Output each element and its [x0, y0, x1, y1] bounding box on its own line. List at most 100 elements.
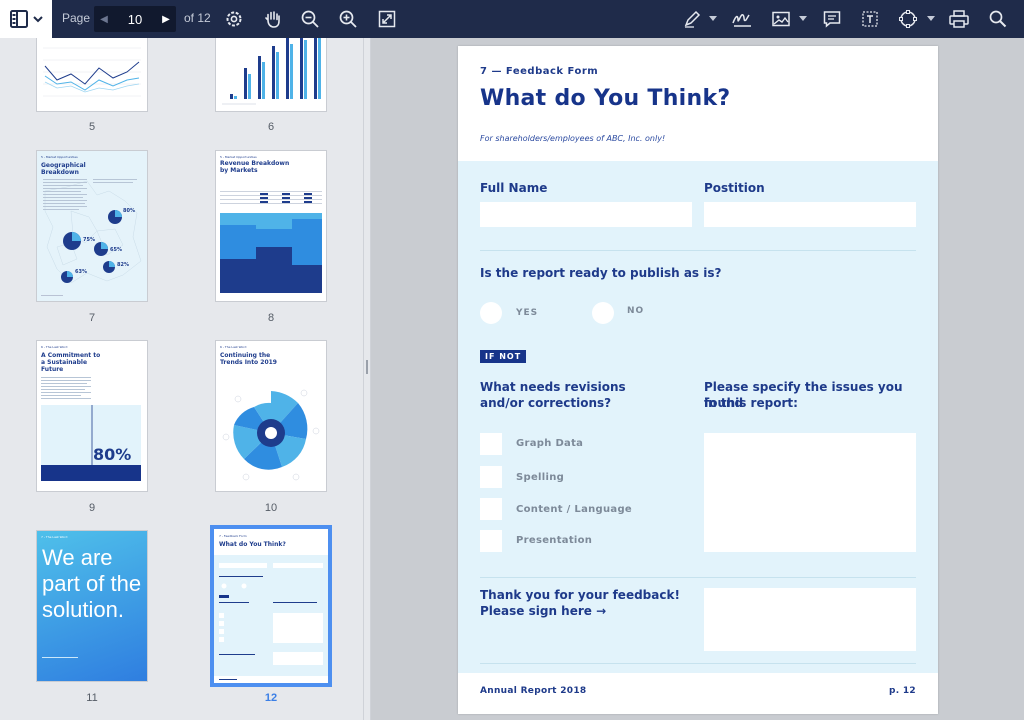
text-box-icon [862, 11, 878, 27]
spelling-checkbox[interactable] [480, 466, 502, 488]
presentation-label: Presentation [516, 535, 593, 546]
zoom-in-button[interactable] [337, 8, 359, 30]
if-not-badge: IF NOT [480, 350, 527, 363]
full-name-field[interactable] [480, 202, 692, 227]
search-button[interactable] [987, 8, 1009, 30]
divider [480, 577, 916, 578]
next-page-button[interactable]: ▶ [156, 6, 176, 32]
position-field[interactable] [704, 202, 916, 227]
thumbnail-page-6[interactable] [216, 38, 326, 111]
prev-page-button[interactable]: ◀ [94, 6, 114, 32]
sidebar-resize-handle[interactable] [363, 38, 371, 720]
yes-label: YES [516, 308, 539, 318]
position-label: Postition [704, 181, 765, 195]
thanks-line-1: Thank you for your feedback! [480, 588, 680, 602]
thumbnail-label: 11 [86, 692, 98, 704]
no-radio[interactable] [592, 302, 614, 324]
page-navigator: ◀ ▶ [94, 6, 176, 32]
thumbnail-label: 10 [264, 502, 278, 514]
thumbnail-footer-line [41, 295, 63, 296]
thumbnail-page-12[interactable]: 7 - Feedback Form What do You Think? [214, 529, 328, 683]
image-tool-button[interactable] [770, 8, 792, 30]
settings-icon [226, 11, 242, 27]
page-count: of 12 [184, 11, 211, 25]
sign-here-label: Please sign here → [480, 604, 607, 618]
revisions-question-line-1: What needs revisions [480, 380, 626, 394]
issues-textarea[interactable] [704, 433, 916, 552]
zoom-out-button[interactable] [299, 8, 321, 30]
map-stat: 63% [75, 269, 87, 275]
zoom-in-icon [339, 10, 357, 28]
full-name-label: Full Name [480, 181, 548, 195]
map-stat: 80% [123, 208, 135, 214]
text-box-tool-button[interactable] [859, 8, 881, 30]
thumbnail-sidebar: 5 6 5 - Market Opportunities Geographica… [0, 38, 363, 720]
feedback-form-image [214, 555, 328, 680]
sidebar-toggle-button[interactable] [0, 0, 52, 38]
fullscreen-button[interactable] [376, 8, 398, 30]
content-language-checkbox[interactable] [480, 498, 502, 520]
print-button[interactable] [948, 8, 970, 30]
radial-chart-image [222, 389, 320, 481]
thumbnail-page-11[interactable]: 7 - The Last Word We are part of the sol… [37, 531, 147, 681]
shape-tool-button[interactable] [897, 8, 919, 30]
yes-radio[interactable] [480, 302, 502, 324]
thumbnail-label: 7 [88, 312, 96, 324]
revenue-chart-image [220, 191, 322, 293]
divider [480, 663, 916, 664]
revisions-question-line-2: and/or corrections? [480, 396, 612, 410]
signature-field[interactable] [704, 588, 916, 651]
thumbnail-page-10[interactable]: 6 - The Last Word Continuing the Trends … [216, 341, 326, 491]
pan-tool-button[interactable] [262, 8, 284, 30]
document-page: 7 — Feedback Form What do You Think? For… [458, 46, 938, 714]
footer-report-name: Annual Report 2018 [480, 686, 587, 696]
settings-button[interactable] [223, 8, 245, 30]
image-dropdown-caret[interactable] [799, 16, 807, 21]
zoom-out-icon [301, 10, 319, 28]
no-label: NO [627, 306, 645, 316]
thumbnail-page-9[interactable]: 6 - The Last Word A Commitment to a Sust… [37, 341, 147, 491]
sidebar-toggle-icon [10, 10, 43, 28]
map-stat: 65% [110, 247, 122, 253]
divider [480, 250, 916, 251]
thumbnail-page-5[interactable] [37, 38, 147, 111]
print-icon [949, 10, 969, 28]
bar-chart-image [222, 38, 321, 105]
pen-icon [684, 10, 701, 28]
thumbnail-label: 12 [264, 692, 278, 704]
document-viewer: 7 — Feedback Form What do You Think? For… [371, 38, 1024, 720]
comment-tool-button[interactable] [821, 8, 843, 30]
europe-map-image [43, 179, 142, 284]
footer-page-number: p. 12 [888, 686, 916, 696]
page-label: Page [62, 11, 91, 25]
thumbnail-label: 8 [267, 312, 275, 324]
shape-dropdown-caret[interactable] [927, 16, 935, 21]
presentation-checkbox[interactable] [480, 530, 502, 552]
section-kicker: 7 — Feedback Form [480, 66, 599, 77]
content-language-label: Content / Language [516, 504, 633, 515]
search-icon [989, 10, 1007, 28]
thumbnail-page-8[interactable]: 5 - Market Opportunities Revenue Breakdo… [216, 151, 326, 301]
thumbnail-page-7[interactable]: 5 - Market Opportunities Geographical Br… [37, 151, 147, 301]
page-number-input[interactable] [116, 9, 154, 29]
toolbar: Page ◀ ▶ of 12 [0, 0, 1024, 38]
comment-icon [823, 11, 841, 28]
thumbnail-label: 5 [88, 121, 96, 133]
signature-tool-button[interactable] [731, 8, 753, 30]
draw-tool-button[interactable] [681, 8, 703, 30]
spelling-label: Spelling [516, 472, 565, 483]
issues-question-line-2: in this report: [704, 396, 798, 410]
graph-data-checkbox[interactable] [480, 433, 502, 455]
thumbnail-stat: 80% [93, 445, 132, 464]
thumbnail-tag: 7 - The Last Word [41, 535, 68, 539]
sustainability-graphic [41, 377, 141, 481]
fullscreen-icon [378, 10, 396, 28]
pan-hand-icon [265, 11, 280, 28]
graph-data-label: Graph Data [516, 438, 584, 449]
page-subtitle: For shareholders/employees of ABC, Inc. … [480, 134, 666, 143]
draw-dropdown-caret[interactable] [709, 16, 717, 21]
shape-icon [899, 10, 917, 28]
thumbnail-footer-line [42, 657, 78, 658]
image-icon [772, 11, 790, 27]
line-chart-image [43, 47, 141, 97]
